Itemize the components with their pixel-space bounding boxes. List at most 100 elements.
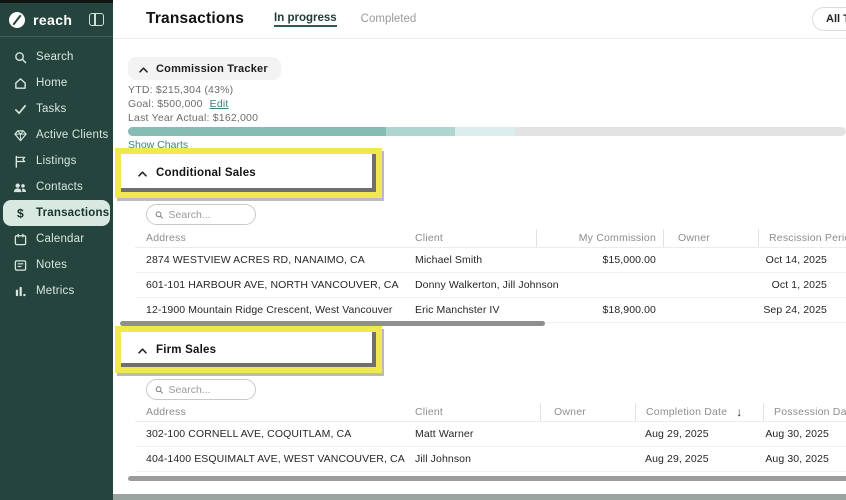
progress-segment (455, 127, 515, 136)
tab-completed[interactable]: Completed (361, 13, 417, 26)
sidebar-item-label: Contacts (36, 181, 83, 193)
sidebar-item-label: Tasks (36, 103, 66, 115)
firm-sales-title: Firm Sales (156, 344, 216, 356)
cell-possession: Aug 30, 2025 (763, 453, 846, 465)
sidebar-item-label: Active Clients (36, 129, 108, 141)
svg-text:$: $ (17, 207, 24, 220)
column-header-owner[interactable]: Owner (540, 403, 635, 421)
column-header-client[interactable]: Client (415, 232, 536, 244)
table-row[interactable]: 302-100 CORNELL AVE, COQUITLAM, CA Matt … (135, 422, 846, 447)
checkmark-icon (13, 102, 27, 116)
column-header-address[interactable]: Address (135, 232, 415, 244)
cell-client: Donny Walkerton, Jill Johnson (415, 279, 536, 291)
flag-icon (13, 154, 27, 168)
goal-value: Goal: $500,000 (128, 98, 203, 110)
cell-client: Eric Manchster IV (415, 304, 536, 316)
commission-tracker-header[interactable]: Commission Tracker (128, 57, 281, 80)
annotation-highlight-firm-sales: Firm Sales (115, 326, 382, 373)
search-input[interactable] (169, 384, 247, 396)
all-transactions-button[interactable]: All Transactions (812, 7, 846, 31)
sidebar-item-label: Transactions (36, 207, 109, 219)
sidebar-item-tasks[interactable]: Tasks (0, 96, 113, 122)
sidebar-item-listings[interactable]: Listings (0, 148, 113, 174)
view-tabs: In progress Completed (274, 12, 416, 27)
conditional-sales-table: Address Client My Commission Owner Resci… (135, 229, 846, 323)
calendar-icon (13, 232, 27, 246)
reach-logo-icon (9, 12, 25, 28)
table-header-row: Address Client My Commission Owner Resci… (135, 229, 846, 248)
sidebar-item-label: Calendar (36, 233, 84, 245)
sidebar-item-active-clients[interactable]: Active Clients (0, 122, 113, 148)
progress-segment (386, 127, 455, 136)
sidebar-item-label: Home (36, 77, 67, 89)
progress-segment (128, 127, 386, 136)
sidebar-item-contacts[interactable]: Contacts (0, 174, 113, 200)
sort-descending-icon[interactable]: ↓ (736, 405, 742, 419)
sidebar-item-home[interactable]: Home (0, 70, 113, 96)
edit-goal-link[interactable]: Edit (210, 98, 229, 110)
bottom-scroll-track[interactable] (113, 494, 846, 500)
app-name: reach (33, 12, 89, 28)
cell-commission: $15,000.00 (536, 254, 663, 266)
cell-rescission: Oct 14, 2025 (758, 254, 846, 266)
sidebar-nav: Search Home Tasks Active Clients (0, 37, 113, 304)
commission-tracker-title: Commission Tracker (156, 63, 268, 75)
conditional-sales-title: Conditional Sales (156, 167, 256, 179)
top-bar: Transactions In progress Completed All T… (113, 0, 846, 39)
table-row[interactable]: 404-1400 ESQUIMALT AVE, WEST VANCOUVER, … (135, 447, 846, 472)
sidebar-item-transactions[interactable]: $ Transactions (3, 200, 110, 226)
collapse-chevron-icon[interactable] (138, 164, 147, 182)
firm-sales-table: Address Client Owner Completion Date ↓ Po… (135, 403, 846, 472)
collapse-chevron-icon[interactable] (138, 341, 147, 359)
table-header-row: Address Client Owner Completion Date ↓ Po… (135, 403, 846, 422)
column-header-completion-date[interactable]: Completion Date ↓ (635, 403, 763, 421)
column-header-possession-date[interactable]: Possession Date (763, 403, 846, 421)
cell-client: Jill Johnson (415, 453, 540, 465)
column-header-label: Completion Date (646, 406, 727, 418)
home-icon (13, 76, 27, 90)
gem-icon (13, 128, 27, 142)
column-header-my-commission[interactable]: My Commission (536, 229, 663, 247)
firm-sales-search (146, 379, 256, 400)
bar-chart-icon (13, 284, 27, 298)
column-header-rescission-period[interactable]: Rescission Period (758, 229, 846, 247)
annotation-highlight-conditional-sales: Conditional Sales (115, 148, 382, 198)
sidebar-item-calendar[interactable]: Calendar (0, 226, 113, 252)
collapse-chevron-icon (139, 60, 148, 78)
search-icon (155, 385, 164, 395)
sidebar-header: reach (0, 0, 113, 36)
note-icon (13, 258, 27, 272)
table-row[interactable]: 2874 WESTVIEW ACRES RD, NANAIMO, CA Mich… (135, 248, 846, 273)
app-screen: reach Search Home Tasks (0, 0, 846, 500)
column-header-client[interactable]: Client (415, 406, 540, 418)
sidebar: reach Search Home Tasks (0, 0, 113, 500)
cell-completion: Aug 29, 2025 (635, 428, 763, 440)
cell-completion: Aug 29, 2025 (635, 453, 763, 465)
sidebar-item-search[interactable]: Search (0, 44, 113, 70)
sidebar-item-notes[interactable]: Notes (0, 252, 113, 278)
commission-progress-bar (128, 127, 846, 136)
table-bottom-scrollbar[interactable] (128, 476, 846, 481)
sidebar-item-label: Notes (36, 259, 67, 271)
last-year-value: Last Year Actual: $162,000 (128, 112, 258, 124)
main-content: Transactions In progress Completed All T… (113, 0, 846, 500)
tab-in-progress[interactable]: In progress (274, 12, 337, 27)
column-header-owner[interactable]: Owner (663, 229, 758, 247)
cell-address: 12-1900 Mountain Ridge Crescent, West Va… (135, 304, 415, 316)
sidebar-item-label: Listings (36, 155, 77, 167)
cell-possession: Aug 30, 2025 (763, 428, 846, 440)
column-header-address[interactable]: Address (135, 406, 415, 418)
ytd-value: YTD: $215,304 (43%) (128, 84, 233, 96)
cell-address: 302-100 CORNELL AVE, COQUITLAM, CA (135, 428, 415, 440)
table-row[interactable]: 12-1900 Mountain Ridge Crescent, West Va… (135, 298, 846, 323)
conditional-sales-section-header[interactable]: Conditional Sales (121, 164, 256, 182)
people-icon (13, 180, 27, 194)
sidebar-item-label: Search (36, 51, 74, 63)
goal-line: Goal: $500,000 Edit (128, 98, 229, 110)
search-input[interactable] (169, 209, 247, 221)
sidebar-item-metrics[interactable]: Metrics (0, 278, 113, 304)
sidebar-collapse-icon[interactable] (89, 13, 104, 26)
firm-sales-section-header[interactable]: Firm Sales (121, 341, 216, 359)
table-row[interactable]: 601-101 HARBOUR AVE, NORTH VANCOUVER, CA… (135, 273, 846, 298)
cell-rescission: Oct 1, 2025 (758, 279, 846, 291)
